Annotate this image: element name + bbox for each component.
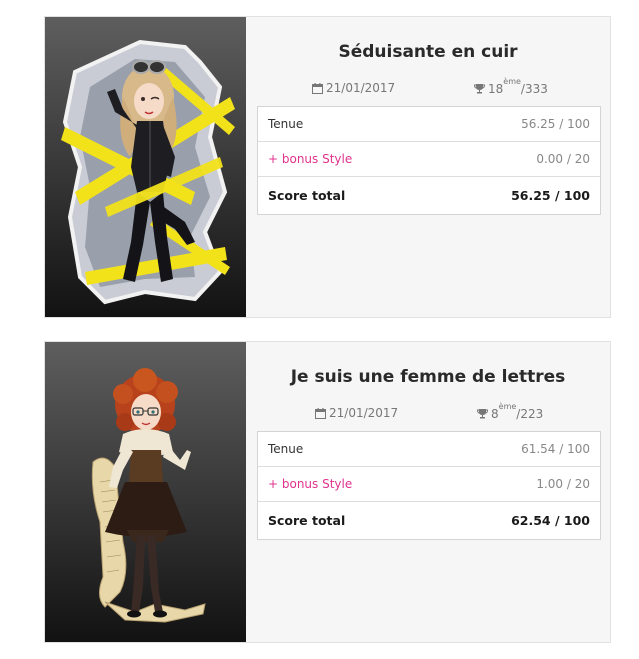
row-value: 0.00 / 20 [536,152,590,166]
score-panel: Séduisante en cuir 21/01/2017 18ème/333 … [246,17,610,317]
row-value: 61.54 / 100 [521,442,590,456]
score-table: Tenue 61.54 / 100 + bonus Style 1.00 / 2… [257,431,601,540]
outfit-title: Séduisante en cuir [338,42,518,62]
rank-total: /333 [520,82,548,96]
calendar-icon [315,407,326,419]
outfit-title: Je suis une femme de lettres [290,367,566,387]
date-info: 21/01/2017 [312,81,395,95]
date-text: 21/01/2017 [326,81,396,95]
outfit-meta: 21/01/2017 18ème/333 [246,77,610,97]
table-row: Score total 56.25 / 100 [258,177,600,214]
rank-info: 18ème/333 [474,77,548,96]
row-value: 56.25 / 100 [511,188,590,203]
rank-total: /223 [516,407,544,421]
outfit-meta: 21/01/2017 8ème/223 [246,402,610,422]
rank-number: 18 [488,82,504,96]
table-row: Tenue 61.54 / 100 [258,432,600,467]
date-info: 21/01/2017 [315,406,398,420]
avatar-image[interactable] [45,17,246,317]
row-label: + bonus Style [268,152,353,166]
row-label: Tenue [268,117,304,131]
avatar-writer-outfit [91,368,206,623]
row-value: 62.54 / 100 [511,513,590,528]
table-row: Tenue 56.25 / 100 [258,107,600,142]
rank-suffix: ème [498,402,517,411]
table-row: + bonus Style 0.00 / 20 [258,142,600,177]
rank-info: 8ème/223 [477,402,544,421]
outfit-card: Je suis une femme de lettres 21/01/2017 … [44,341,611,643]
rank-suffix: ème [503,77,521,86]
row-value: 56.25 / 100 [521,117,590,131]
date-text: 21/01/2017 [329,406,399,420]
row-label: Tenue [268,442,304,456]
calendar-icon [312,82,323,94]
avatar-leather-outfit [61,39,235,305]
trophy-icon [474,83,485,94]
row-label: Score total [268,513,346,528]
trophy-icon [477,408,488,419]
row-value: 1.00 / 20 [536,477,590,491]
table-row: + bonus Style 1.00 / 20 [258,467,600,502]
score-table: Tenue 56.25 / 100 + bonus Style 0.00 / 2… [257,106,601,215]
outfit-card: Séduisante en cuir 21/01/2017 18ème/333 … [44,16,611,318]
avatar-image[interactable] [45,342,246,642]
row-label: + bonus Style [268,477,353,491]
score-panel: Je suis une femme de lettres 21/01/2017 … [246,342,610,642]
row-label: Score total [268,188,346,203]
rank-number: 8 [491,407,499,421]
table-row: Score total 62.54 / 100 [258,502,600,539]
